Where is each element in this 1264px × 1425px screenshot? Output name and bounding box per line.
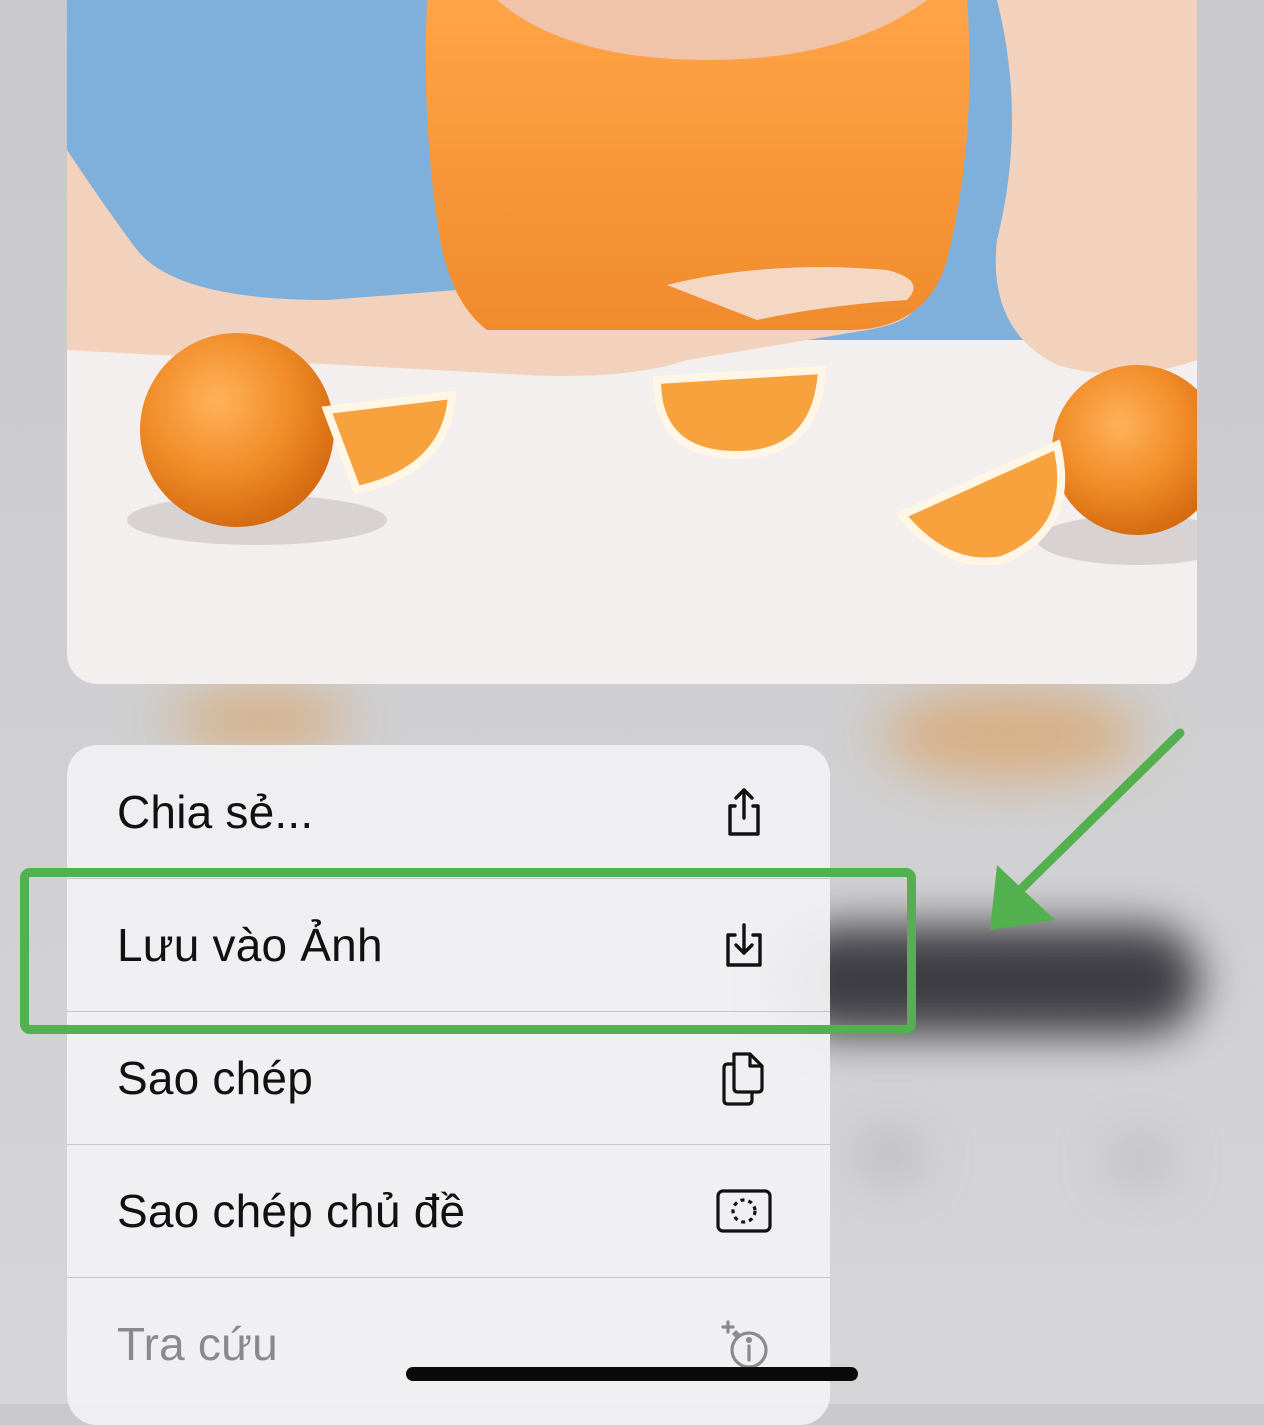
menu-item-label: Sao chép chủ đề <box>117 1185 466 1237</box>
menu-item-look-up[interactable]: Tra cứu <box>67 1277 830 1410</box>
background-blur <box>860 1135 920 1175</box>
menu-item-copy-subject[interactable]: Sao chép chủ đề <box>67 1144 830 1277</box>
photo-preview[interactable] <box>67 0 1197 684</box>
share-icon <box>716 784 772 840</box>
copy-subject-icon <box>716 1183 772 1239</box>
menu-item-label: Tra cứu <box>117 1318 278 1370</box>
menu-item-label: Sao chép <box>117 1052 313 1104</box>
background-blur <box>1110 1140 1170 1180</box>
menu-item-share[interactable]: Chia sẻ... <box>67 745 830 878</box>
visual-look-up-icon <box>716 1316 772 1372</box>
home-indicator[interactable] <box>406 1367 858 1381</box>
photo-illustration <box>67 0 1197 684</box>
arrow-annotation <box>990 728 1185 930</box>
menu-item-label: Chia sẻ... <box>117 785 314 838</box>
context-menu: Chia sẻ... Lưu vào Ảnh Sao chép Sao chép… <box>67 745 830 1425</box>
copy-icon <box>716 1050 772 1106</box>
highlight-box-annotation <box>20 868 916 1034</box>
background-blur <box>170 690 350 750</box>
